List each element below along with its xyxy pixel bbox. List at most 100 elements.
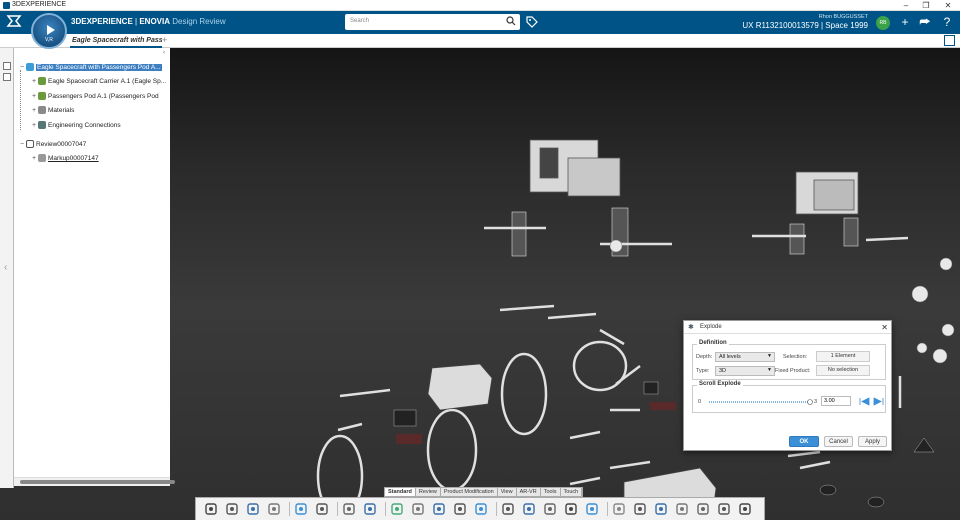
tab-view[interactable]: View (497, 488, 517, 496)
type-select[interactable]: 3D ▼ (715, 366, 775, 376)
maximize-button[interactable]: ❐ (916, 0, 936, 11)
view-2d-icon[interactable] (633, 502, 647, 516)
collab-space: UX R1132100013579 | Space 1999 (742, 21, 868, 30)
fullscreen-icon[interactable] (944, 35, 955, 46)
tab-product-modification[interactable]: Product Modification (440, 488, 498, 496)
close-icon[interactable]: ✕ (881, 323, 888, 332)
help-icon[interactable]: ? (940, 15, 954, 29)
cancel-button[interactable]: Cancel (824, 436, 853, 447)
compass-label: V,R (45, 37, 53, 43)
sphere-icon[interactable] (612, 502, 626, 516)
close-window-button[interactable]: ✕ (938, 0, 958, 11)
collapse-panel-icon[interactable]: ‹ (4, 262, 7, 273)
apply-button[interactable]: Apply (858, 436, 887, 447)
explode-icon[interactable] (432, 502, 446, 516)
ok-button[interactable]: OK (789, 436, 819, 447)
tree-node-markup[interactable]: + Markup00007147 (32, 154, 99, 165)
part-icon (38, 92, 46, 100)
render-icon[interactable] (738, 502, 752, 516)
search-icon[interactable] (506, 16, 516, 26)
scroll-thumb[interactable] (20, 480, 175, 484)
paste-icon[interactable] (267, 502, 281, 516)
select-icon[interactable] (204, 502, 218, 516)
tree-icon[interactable] (501, 502, 515, 516)
tree-toggle-icon[interactable] (3, 62, 11, 70)
explode-value-input[interactable]: 3.00 (821, 396, 851, 406)
capture-icon[interactable] (342, 502, 356, 516)
chevron-down-icon: ▼ (767, 367, 772, 373)
explode-slider[interactable] (707, 399, 813, 405)
lighting-icon[interactable] (696, 502, 710, 516)
box-icon[interactable] (411, 502, 425, 516)
selection-label: Selection: (783, 354, 808, 360)
fixed-product-field[interactable]: No selection (816, 365, 870, 376)
tree-node-root[interactable]: − Eagle Spacecraft with Passengers Pod A.… (20, 63, 162, 74)
grid-icon[interactable] (654, 502, 668, 516)
check-icon[interactable] (315, 502, 329, 516)
tree-node-label: Passengers Pod A.1 (Passengers Pod (48, 93, 159, 100)
search-input[interactable]: Search (345, 14, 520, 30)
user-info[interactable]: Rhon BUGGUSSET UX R1132100013579 | Space… (742, 14, 868, 30)
brand-app: ENOVIA (139, 17, 170, 26)
pencil-icon[interactable] (390, 502, 404, 516)
add-tab-button[interactable]: + (162, 35, 167, 45)
tab-review[interactable]: Review (415, 488, 441, 496)
tree-node-materials[interactable]: + Materials (32, 106, 74, 117)
play-icon[interactable] (47, 25, 55, 35)
3ds-logo-icon[interactable] (6, 14, 24, 31)
material-icon[interactable] (675, 502, 689, 516)
tab-touch[interactable]: Touch (560, 488, 583, 496)
brand-prefix: 3DEXPERIENCE (71, 17, 133, 26)
brand-module: Design Review (172, 17, 226, 26)
tree-node-pod[interactable]: + Passengers Pod A.1 (Passengers Pod (32, 92, 159, 103)
undo-icon[interactable] (294, 502, 308, 516)
part-icon (38, 77, 46, 85)
tab-document[interactable]: Eagle Spacecraft with Pass (70, 34, 162, 48)
user-name: Rhon BUGGUSSET (818, 14, 868, 20)
app-logo-icon (3, 2, 10, 9)
panels (511, 207, 859, 257)
avatar[interactable]: RB (876, 16, 890, 30)
tree-node-review[interactable]: − Review00007047 (20, 140, 86, 151)
action-bar-tabs: Standard Review Product Modification Vie… (384, 487, 584, 497)
cut-icon[interactable] (225, 502, 239, 516)
compass-widget[interactable]: V,R (31, 13, 67, 49)
tree-node-connections[interactable]: + Engineering Connections (32, 121, 121, 132)
layers-icon[interactable] (717, 502, 731, 516)
tree-node-carrier[interactable]: + Eagle Spacecraft Carrier A.1 (Eagle Sp.… (32, 77, 166, 88)
compare-icon[interactable] (522, 502, 536, 516)
scroll-explode-label: Scroll Explode (697, 381, 743, 387)
measure-icon[interactable] (564, 502, 578, 516)
brand-title: 3DEXPERIENCE | ENOVIA Design Review (71, 17, 226, 26)
dialog-titlebar[interactable]: ✱ Explode ✕ (684, 321, 891, 334)
type-value: 3D (719, 368, 727, 374)
rotate-icon[interactable] (474, 502, 488, 516)
simulate-icon[interactable] (453, 502, 467, 516)
tree-node-label: Materials (48, 107, 75, 114)
close-tree-icon[interactable]: ‹ (163, 50, 165, 56)
fixed-product-label: Fixed Product: (775, 368, 811, 374)
review-icon (26, 140, 34, 148)
explode-value: 3.00 (824, 398, 835, 404)
tag-icon[interactable] (526, 16, 538, 28)
copy-icon[interactable] (246, 502, 260, 516)
playback-icons[interactable] (859, 397, 885, 406)
tree-scrollbar[interactable] (14, 477, 175, 486)
section-icon[interactable] (543, 502, 557, 516)
arrow-icon[interactable] (585, 502, 599, 516)
spacecraft-module-1 (529, 139, 621, 197)
share-icon[interactable]: ⮫ (918, 15, 932, 29)
tab-standard[interactable]: Standard (385, 488, 416, 496)
tree-node-label: Eagle Spacecraft with Passengers Pod A..… (36, 64, 162, 71)
tab-ar-vr[interactable]: AR-VR (516, 488, 541, 496)
tree-filter-icon[interactable] (3, 73, 11, 81)
tab-tools[interactable]: Tools (540, 488, 561, 496)
selection-field[interactable]: 1 Element (816, 351, 870, 362)
add-icon[interactable]: + (898, 15, 912, 29)
explode-dialog: ✱ Explode ✕ Definition Depth: All levels… (683, 320, 892, 451)
depth-select[interactable]: All levels ▼ (715, 352, 775, 362)
spacecraft-module-2 (795, 171, 859, 215)
minimize-button[interactable]: – (896, 0, 916, 11)
toolbar-separator (607, 502, 608, 516)
annotate-icon[interactable] (363, 502, 377, 516)
